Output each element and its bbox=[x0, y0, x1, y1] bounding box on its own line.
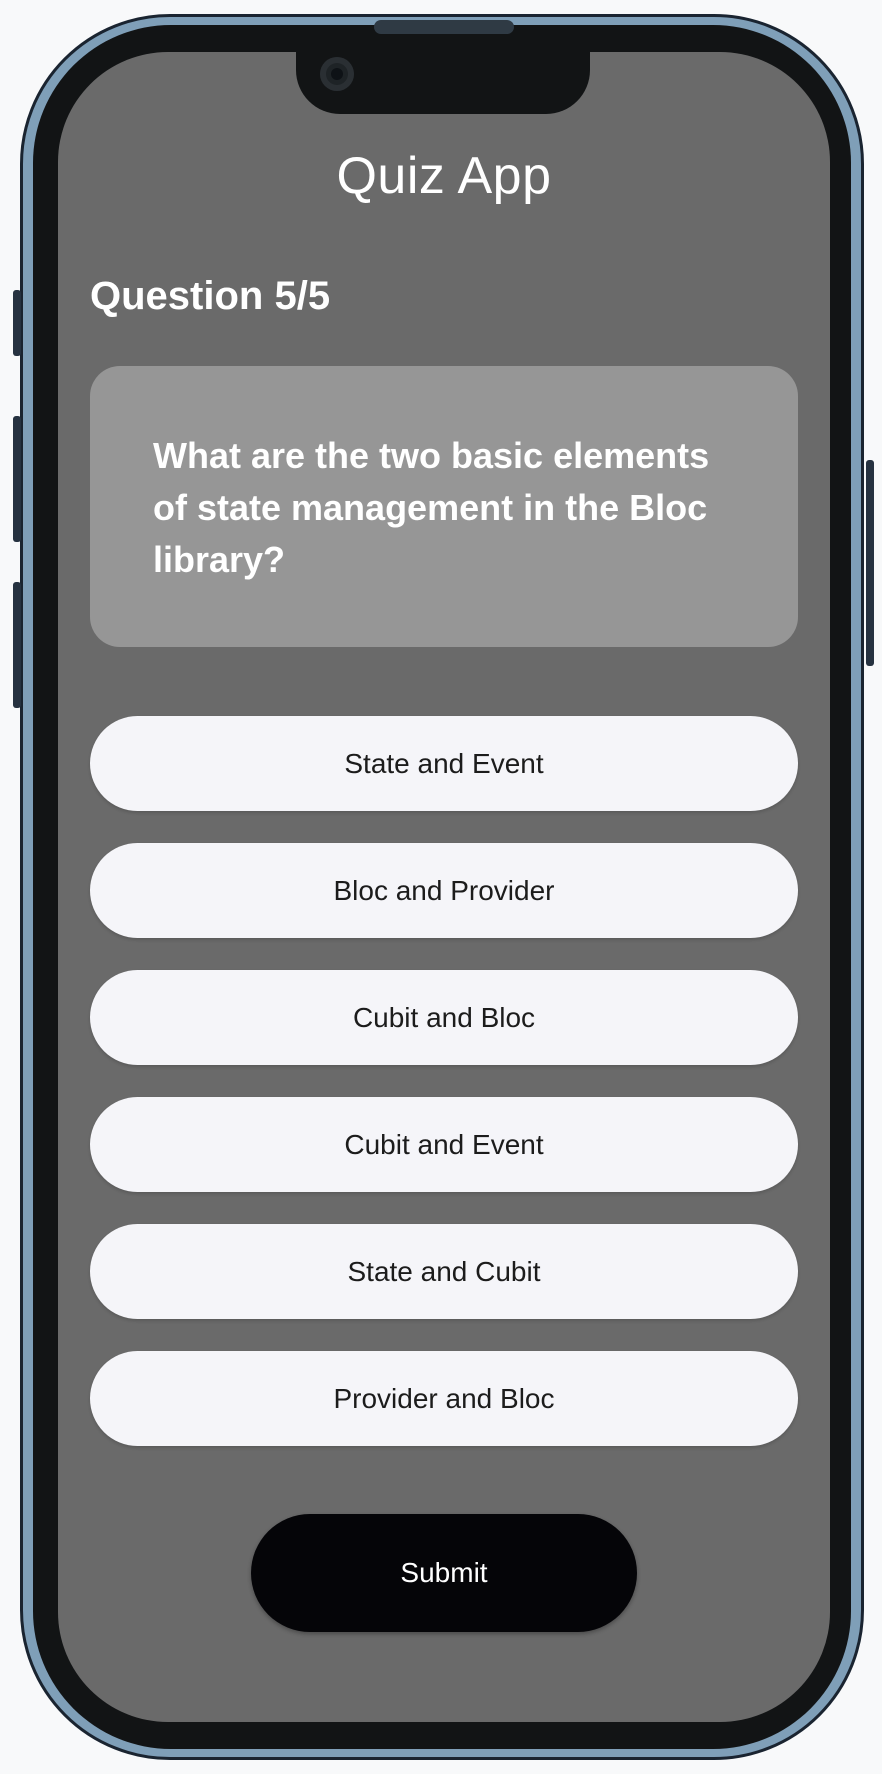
answer-option-button[interactable]: Cubit and Bloc bbox=[90, 970, 798, 1065]
question-card: What are the two basic elements of state… bbox=[90, 366, 798, 647]
answer-option-button[interactable]: Cubit and Event bbox=[90, 1097, 798, 1192]
volume-down-button bbox=[13, 582, 21, 708]
question-counter: Question 5/5 bbox=[90, 274, 331, 318]
answer-option-button[interactable]: Bloc and Provider bbox=[90, 843, 798, 938]
speaker-grille bbox=[374, 20, 514, 34]
answer-list: State and Event Bloc and Provider Cubit … bbox=[90, 716, 798, 1478]
submit-button[interactable]: Submit bbox=[251, 1514, 637, 1632]
volume-up-button bbox=[13, 416, 21, 542]
answer-option-button[interactable]: State and Cubit bbox=[90, 1224, 798, 1319]
app-title: Quiz App bbox=[336, 147, 552, 205]
answer-option-button[interactable]: Provider and Bloc bbox=[90, 1351, 798, 1446]
question-text: What are the two basic elements of state… bbox=[153, 435, 710, 580]
mute-switch bbox=[13, 290, 21, 356]
power-button bbox=[866, 460, 874, 666]
camera-icon bbox=[320, 57, 354, 91]
answer-option-button[interactable]: State and Event bbox=[90, 716, 798, 811]
